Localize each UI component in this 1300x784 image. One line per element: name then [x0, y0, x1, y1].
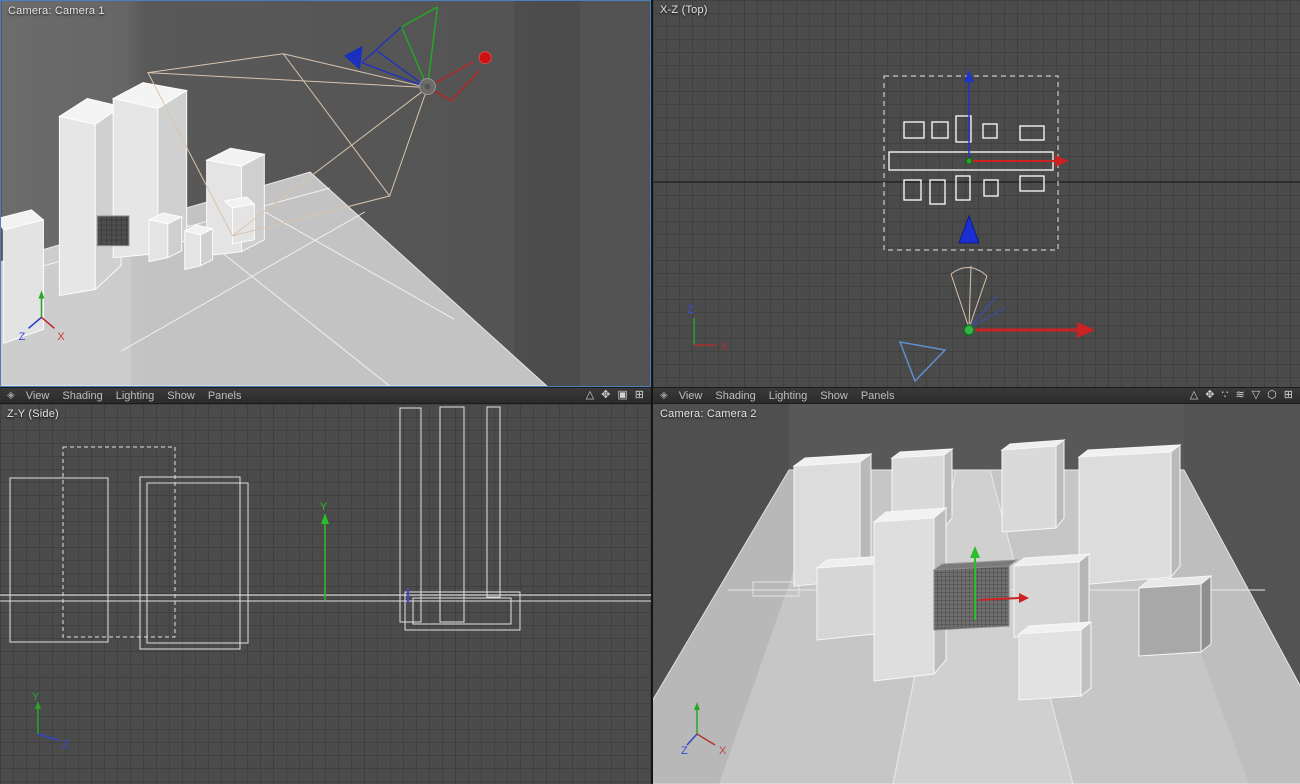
move-tool-icon[interactable]: ✥ [601, 390, 610, 401]
menu-lighting[interactable]: Lighting [769, 390, 808, 402]
top-view-scene: Z X [653, 0, 1300, 387]
viewport-toolbar-right: ◈ View Shading Lighting Show Panels △ ✥ … [653, 387, 1300, 404]
building [1139, 576, 1211, 656]
viewport-top[interactable]: Z X X-Z (Top) [653, 0, 1300, 387]
toolbar-icon-group: △ ✥ ▣ ⊞ [586, 390, 644, 401]
warning-triangle-icon[interactable]: △ [586, 390, 594, 401]
shadow-band [514, 1, 580, 386]
quad-view-icon[interactable]: ⊞ [1284, 390, 1293, 401]
viewport-title-side: Z-Y (Side) [7, 408, 59, 420]
camera1-scene: Z X [1, 1, 650, 386]
camera-pivot[interactable] [964, 325, 974, 335]
viewport-options-icon[interactable]: ◈ [7, 390, 15, 401]
quad-view-icon[interactable]: ⊞ [635, 390, 644, 401]
camera2-gizmo[interactable] [900, 266, 1095, 381]
items-mode-icon[interactable]: ⬡ [1267, 390, 1277, 401]
viewport-side[interactable]: Y Y Z Z-Y (Side) [0, 404, 651, 784]
building [59, 98, 121, 295]
camera-frustum [951, 266, 987, 328]
menu-lighting[interactable]: Lighting [116, 390, 155, 402]
axis-gizmo: Y Z [32, 691, 69, 751]
toolbar-icon-group: △ ✥ ∵ ≋ ▽ ⬡ ⊞ [1190, 390, 1293, 401]
menu-panels[interactable]: Panels [208, 390, 242, 402]
camera2-scene: Z X [653, 404, 1300, 784]
move-tool-icon[interactable]: ✥ [1205, 390, 1214, 401]
camera-fov-triangle [900, 342, 945, 381]
menu-show[interactable]: Show [820, 390, 848, 402]
x-axis-label: X [719, 745, 727, 757]
axis-gizmo: Z X [687, 304, 729, 353]
y-axis-label: Y [320, 501, 328, 513]
x-arrowhead [1077, 322, 1095, 338]
building [1, 210, 43, 343]
z-axis-label: Z [62, 739, 69, 751]
viewport-title-camera2: Camera: Camera 2 [660, 408, 757, 420]
camera-lens [424, 84, 430, 90]
menu-view[interactable]: View [26, 390, 50, 402]
viewport-toolbar-left: ◈ View Shading Lighting Show Panels △ ✥ … [0, 387, 651, 404]
z-axis-label: Z [19, 331, 26, 343]
vertices-mode-icon[interactable]: ∵ [1221, 390, 1228, 401]
z-axis-label: Z [687, 304, 694, 316]
viewport-camera2[interactable]: Z X Camera: Camera 2 [653, 404, 1300, 784]
selection-bounds [63, 447, 175, 637]
building [1019, 622, 1091, 700]
building [1079, 445, 1180, 585]
buildings-side-wireframe[interactable] [10, 407, 520, 649]
edges-mode-icon[interactable]: ≋ [1235, 390, 1244, 401]
menu-view[interactable]: View [679, 390, 703, 402]
menu-shading[interactable]: Shading [62, 390, 102, 402]
x-axis-label: X [57, 331, 65, 343]
warning-triangle-icon[interactable]: △ [1190, 390, 1198, 401]
building [1002, 440, 1064, 532]
x-axis-label: X [721, 341, 729, 353]
viewport-camera1[interactable]: Z X Camera: Camera 1 [0, 0, 651, 387]
red-handle [479, 52, 491, 64]
single-view-icon[interactable]: ▣ [617, 390, 627, 401]
side-view-scene: Y Y Z [0, 404, 651, 784]
selected-subdivided-box[interactable] [97, 216, 129, 246]
quad-view-layout: Z X Camera: Camera 1 [0, 0, 1300, 784]
y-axis-label: Y [32, 691, 40, 703]
viewport-title-camera1: Camera: Camera 1 [8, 5, 105, 17]
z-handle-arrow[interactable] [959, 216, 979, 243]
y-axis-handle[interactable]: Y [320, 501, 329, 600]
menu-show[interactable]: Show [167, 390, 195, 402]
menu-shading[interactable]: Shading [715, 390, 755, 402]
viewport-options-icon[interactable]: ◈ [660, 390, 668, 401]
viewport-title-top: X-Z (Top) [660, 4, 708, 16]
menu-panels[interactable]: Panels [861, 390, 895, 402]
z-axis-label: Z [681, 745, 688, 757]
polygons-mode-icon[interactable]: ▽ [1252, 390, 1260, 401]
